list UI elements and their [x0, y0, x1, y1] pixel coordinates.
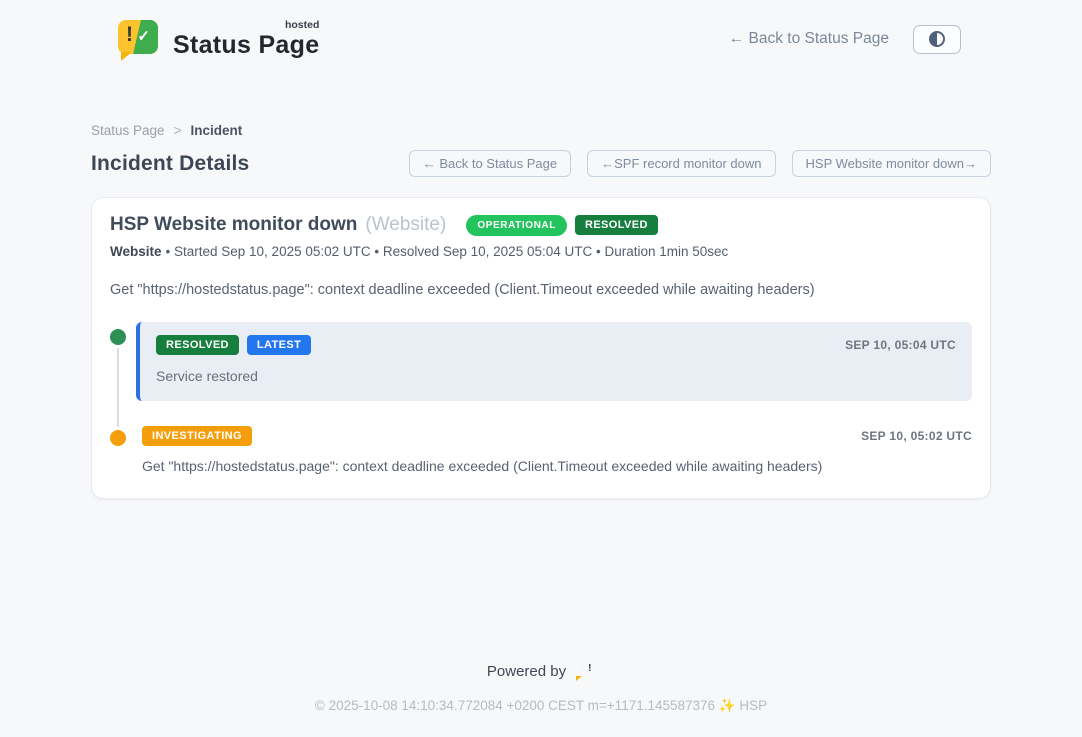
- main-content: Status Page > Incident Incident Details …: [91, 123, 991, 499]
- incident-card: HSP Website monitor down (Website) OPERA…: [91, 197, 991, 499]
- investigating-badge: INVESTIGATING: [142, 426, 252, 446]
- powered-by: Powered by ! ✓: [0, 662, 1082, 681]
- incident-title-row: HSP Website monitor down (Website) OPERA…: [110, 214, 972, 236]
- latest-badge: LATEST: [247, 335, 311, 355]
- logo-bubble: ! ✓: [118, 20, 158, 54]
- timeline-entry-body: INVESTIGATING SEP 10, 05:02 UTC Get "htt…: [136, 423, 972, 474]
- logo-bubble-tail: [121, 52, 132, 61]
- powered-by-label: Powered by: [487, 663, 566, 680]
- contrast-icon: [929, 31, 945, 47]
- footer: Powered by ! ✓ © 2025-10-08 14:10:34.772…: [0, 662, 1082, 714]
- resolved-status-badge: RESOLVED: [156, 335, 239, 355]
- brand-name: Status Page: [173, 31, 319, 59]
- header: ! ✓ hosted Status Page ← Back to Status …: [0, 0, 1082, 62]
- incident-timeline: RESOLVED LATEST SEP 10, 05:04 UTC Servic…: [110, 322, 972, 474]
- timeline-entry-investigating: INVESTIGATING SEP 10, 05:02 UTC Get "htt…: [110, 423, 972, 474]
- brand-text: hosted Status Page: [173, 19, 319, 60]
- timeline-message: Service restored: [156, 368, 956, 384]
- breadcrumb-status-page[interactable]: Status Page: [91, 123, 165, 138]
- timeline-dot-investigating: [110, 430, 126, 446]
- monitor-name: Website: [110, 244, 162, 259]
- exclamation-icon: !: [126, 23, 133, 47]
- timeline-dot-resolved: [110, 329, 126, 345]
- timeline-entry-header: RESOLVED LATEST SEP 10, 05:04 UTC: [156, 335, 956, 355]
- incident-title: HSP Website monitor down: [110, 214, 357, 236]
- brand-logo[interactable]: ! ✓ hosted Status Page: [118, 19, 319, 60]
- timeline-timestamp: SEP 10, 05:04 UTC: [845, 338, 956, 352]
- theme-toggle-button[interactable]: [913, 25, 961, 54]
- timeline-entry-resolved: RESOLVED LATEST SEP 10, 05:04 UTC Servic…: [110, 322, 972, 401]
- breadcrumb-incident: Incident: [190, 123, 242, 138]
- header-right: ← Back to Status Page: [729, 25, 961, 54]
- resolved-badge: RESOLVED: [575, 215, 658, 235]
- checkmark-icon: ✓: [137, 27, 150, 45]
- next-incident-button[interactable]: HSP Website monitor down→: [792, 150, 991, 177]
- previous-incident-button[interactable]: ←SPF record monitor down: [587, 150, 775, 177]
- back-to-status-page-link[interactable]: ← Back to Status Page: [729, 30, 889, 48]
- page-title: Incident Details: [91, 152, 249, 176]
- timeline-entry-body: RESOLVED LATEST SEP 10, 05:04 UTC Servic…: [136, 322, 972, 401]
- logo-bubble-tail: [576, 676, 582, 681]
- incident-subtitle: (Website): [365, 214, 446, 236]
- breadcrumb-separator: >: [174, 123, 182, 138]
- copyright-line: © 2025-10-08 14:10:34.772084 +0200 CEST …: [0, 698, 1082, 714]
- status-page-logo-icon: ! ✓: [118, 20, 160, 60]
- incident-nav-buttons: ← Back to Status Page ←SPF record monito…: [409, 150, 991, 177]
- operational-badge: OPERATIONAL: [466, 215, 567, 236]
- incident-meta: • Started Sep 10, 2025 05:02 UTC • Resol…: [166, 244, 729, 259]
- timeline-timestamp: SEP 10, 05:02 UTC: [861, 429, 972, 443]
- timeline-entry-header: INVESTIGATING SEP 10, 05:02 UTC: [142, 426, 972, 446]
- incident-meta-line: Website • Started Sep 10, 2025 05:02 UTC …: [110, 244, 972, 259]
- timeline-message: Get "https://hostedstatus.page": context…: [142, 458, 972, 474]
- brand-superscript: hosted: [285, 19, 319, 31]
- footer-status-page-logo-icon[interactable]: ! ✓: [575, 662, 595, 681]
- incident-description: Get "https://hostedstatus.page": context…: [110, 282, 972, 298]
- breadcrumb: Status Page > Incident: [91, 123, 991, 138]
- back-to-status-page-button[interactable]: ← Back to Status Page: [409, 150, 571, 177]
- title-row: Incident Details ← Back to Status Page ←…: [91, 150, 991, 177]
